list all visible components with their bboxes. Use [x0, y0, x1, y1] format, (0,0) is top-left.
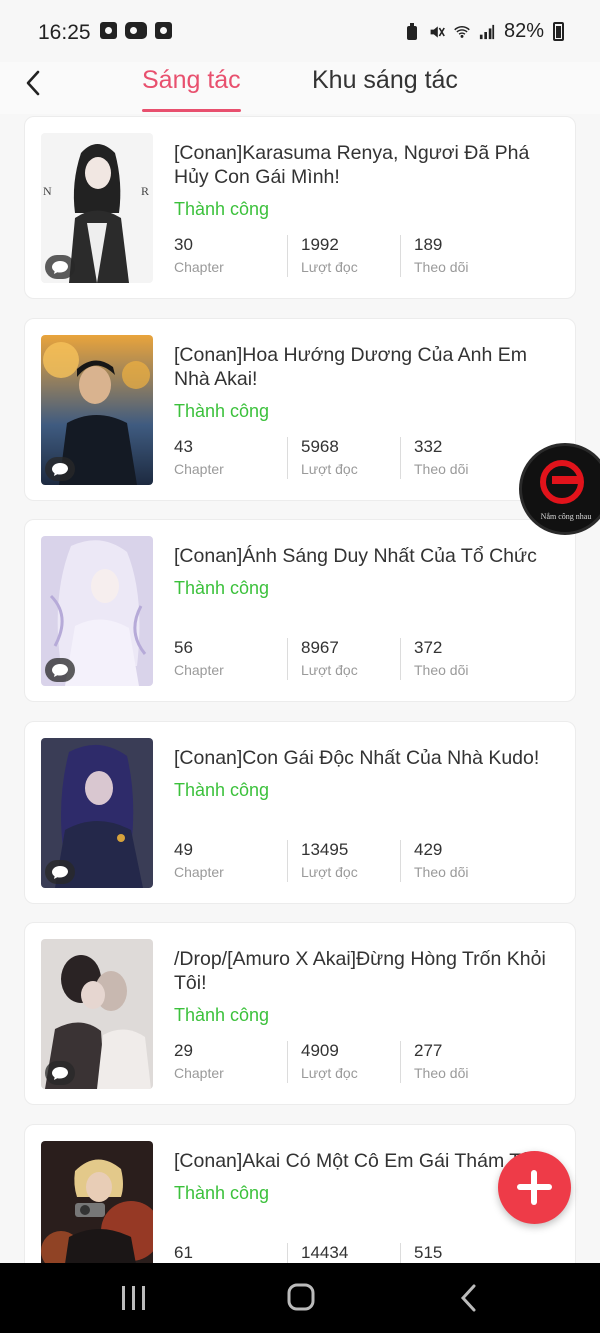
story-status: Thành công — [174, 401, 270, 421]
svg-text:N: N — [43, 184, 52, 198]
gallery-notification-icon — [100, 22, 117, 39]
story-title[interactable]: [Conan]Con Gái Độc Nhất Của Nhà Kudo! — [174, 746, 564, 770]
story-stats: 29 Chapter 4909 Lượt đọc 277 Theo dõi — [174, 1041, 513, 1083]
stat-chapters: 30 Chapter — [174, 235, 224, 275]
floating-app-bubble[interactable]: Nắm công nhau — [519, 443, 600, 535]
battery-icon — [553, 22, 564, 41]
stat-views: 5968 Lượt đọc — [287, 437, 400, 479]
stat-views: 14434 Lượt đọc — [287, 1243, 400, 1263]
tab-khu-sang-tac[interactable]: Khu sáng tác — [312, 66, 458, 112]
story-stats: 56 Chapter 8967 Lượt đọc 372 Theo dõi — [174, 638, 513, 680]
bubble-caption: Nắm công nhau — [540, 512, 592, 521]
story-card[interactable]: /Drop/[Amuro X Akai]Đừng Hòng Trốn Khỏi … — [24, 922, 576, 1105]
system-nav-bar — [0, 1263, 600, 1333]
youtube-notification-icon — [125, 22, 147, 39]
status-time: 16:25 — [38, 21, 91, 44]
story-status: Thành công — [174, 578, 270, 598]
active-tab-indicator — [142, 109, 241, 112]
story-cover-image — [41, 738, 153, 888]
back-arrow-icon[interactable] — [18, 66, 52, 100]
stat-views: 4909 Lượt đọc — [287, 1041, 400, 1083]
story-stats: 49 Chapter 13495 Lượt đọc 429 Theo dõi — [174, 840, 513, 882]
comment-icon — [45, 457, 75, 481]
wifi-icon — [454, 25, 470, 38]
story-cover-image — [41, 335, 153, 485]
comment-icon — [45, 658, 75, 682]
story-list[interactable]: N R [Conan]Karasuma Renya, Ngươi Đã Phá … — [0, 114, 600, 1263]
comment-icon — [45, 255, 75, 279]
tab-sang-tac[interactable]: Sáng tác — [142, 66, 241, 112]
story-title[interactable]: /Drop/[Amuro X Akai]Đừng Hòng Trốn Khỏi … — [174, 947, 564, 995]
nav-back-icon[interactable] — [450, 1280, 490, 1316]
story-stats: 61 Chapter 14434 Lượt đọc 515 Theo dõi — [174, 1243, 513, 1263]
add-story-button[interactable] — [498, 1151, 571, 1224]
story-title[interactable]: [Conan]Hoa Hướng Dương Của Anh Em Nhà Ak… — [174, 343, 564, 391]
stat-follows: 189 Theo dõi — [400, 235, 513, 277]
story-card[interactable]: [Conan]Akai Có Một Cô Em Gái Thám Tử Thà… — [24, 1124, 576, 1263]
stat-views: 13495 Lượt đọc — [287, 840, 400, 882]
app-notification-icon — [155, 22, 172, 39]
story-card[interactable]: [Conan]Hoa Hướng Dương Của Anh Em Nhà Ak… — [24, 318, 576, 501]
stat-chapters: 43 Chapter — [174, 437, 224, 477]
story-title[interactable]: [Conan]Ánh Sáng Duy Nhất Của Tổ Chức — [174, 544, 564, 568]
home-icon[interactable] — [281, 1280, 321, 1316]
story-status: Thành công — [174, 780, 270, 800]
stat-views: 8967 Lượt đọc — [287, 638, 400, 680]
tab-label: Sáng tác — [142, 66, 241, 94]
story-status: Thành công — [174, 199, 270, 219]
story-stats: 43 Chapter 5968 Lượt đọc 332 Theo dõi — [174, 437, 513, 479]
stat-views: 1992 Lượt đọc — [287, 235, 400, 277]
battery-saver-icon — [406, 22, 417, 40]
top-tab-bar: Sáng tác Khu sáng tác — [0, 62, 600, 114]
stat-chapters: 29 Chapter — [174, 1041, 224, 1081]
comment-icon — [45, 1061, 75, 1085]
svg-text:R: R — [141, 184, 149, 198]
recents-icon[interactable] — [114, 1280, 154, 1316]
story-card[interactable]: [Conan]Ánh Sáng Duy Nhất Của Tổ Chức Thà… — [24, 519, 576, 702]
signal-icon — [479, 24, 495, 39]
story-cover-image — [41, 536, 153, 686]
comment-icon — [45, 860, 75, 884]
story-card[interactable]: N R [Conan]Karasuma Renya, Ngươi Đã Phá … — [24, 116, 576, 299]
story-title[interactable]: [Conan]Karasuma Renya, Ngươi Đã Phá Hủy … — [174, 141, 564, 189]
story-status: Thành công — [174, 1183, 270, 1203]
story-cover-image — [41, 1141, 153, 1263]
story-card[interactable]: [Conan]Con Gái Độc Nhất Của Nhà Kudo! Th… — [24, 721, 576, 904]
status-bar: 16:25 82% — [0, 0, 600, 62]
stat-follows: 277 Theo dõi — [400, 1041, 513, 1083]
tab-label: Khu sáng tác — [312, 66, 458, 94]
stat-follows: 372 Theo dõi — [400, 638, 513, 680]
battery-percent: 82% — [503, 20, 544, 42]
story-status: Thành công — [174, 1005, 270, 1025]
stat-chapters: 61 Chapter — [174, 1243, 193, 1262]
story-cover-image: N R — [41, 133, 153, 283]
stat-follows: 515 Theo dõi — [400, 1243, 513, 1263]
stat-chapters: 49 Chapter — [174, 840, 224, 880]
stat-follows: 429 Theo dõi — [400, 840, 513, 882]
story-stats: 30 Chapter 1992 Lượt đọc 189 Theo dõi — [174, 235, 513, 277]
mute-icon — [430, 25, 445, 38]
stat-chapters: 56 Chapter — [174, 638, 224, 678]
story-cover-image — [41, 939, 153, 1089]
stat-follows: 332 Theo dõi — [400, 437, 513, 479]
